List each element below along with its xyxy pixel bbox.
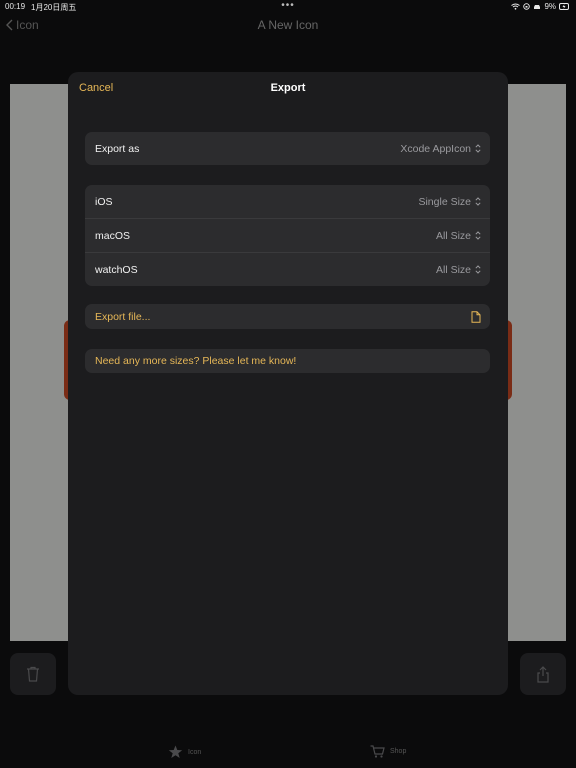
platform-row-ios[interactable]: iOS Single Size — [85, 185, 490, 218]
canvas-panel-right — [506, 84, 566, 641]
platform-row-macos[interactable]: macOS All Size — [85, 218, 490, 252]
share-button[interactable] — [520, 653, 566, 695]
size-picker-macos[interactable]: All Size — [436, 230, 481, 242]
trash-icon — [27, 666, 39, 682]
platform-row-watchos[interactable]: watchOS All Size — [85, 252, 490, 286]
platform-label: macOS — [95, 229, 131, 242]
platform-label: iOS — [95, 195, 113, 208]
export-as-value: Xcode AppIcon — [400, 142, 471, 155]
tab-label: Shop — [390, 748, 407, 755]
document-icon — [471, 310, 481, 323]
export-as-picker[interactable]: Xcode AppIcon — [400, 143, 481, 155]
tab-shop[interactable]: Shop — [370, 745, 406, 758]
canvas-panel-left — [10, 84, 70, 641]
battery-percent: 9% — [544, 2, 556, 11]
feedback-link[interactable]: Need any more sizes? Please let me know! — [85, 349, 490, 373]
feedback-group: Need any more sizes? Please let me know! — [85, 349, 490, 373]
export-file-button[interactable]: Export file... — [85, 304, 490, 329]
size-value: All Size — [435, 229, 471, 242]
platform-sizes-group: iOS Single Size macOS All Size watchOS A… — [85, 185, 490, 286]
share-icon — [537, 665, 549, 683]
status-indicators: 9% — [511, 2, 570, 11]
star-icon — [168, 745, 183, 758]
export-as-row[interactable]: Export as Xcode AppIcon — [85, 132, 490, 165]
size-value: All Size — [435, 263, 471, 276]
multitask-dots[interactable]: ••• — [0, 0, 576, 11]
feedback-label: Need any more sizes? Please let me know! — [95, 355, 297, 367]
chevron-up-down-icon — [475, 144, 481, 153]
size-value: Single Size — [418, 195, 471, 208]
delete-button[interactable] — [10, 653, 56, 695]
tab-icon[interactable]: Icon — [168, 745, 201, 759]
sheet-title: Export — [270, 82, 306, 94]
tab-label: Icon — [188, 748, 202, 756]
size-picker-watchos[interactable]: All Size — [436, 264, 481, 276]
size-picker-ios[interactable]: Single Size — [418, 196, 481, 208]
export-as-label: Export as — [95, 142, 140, 155]
cart-icon — [370, 745, 385, 758]
wifi-icon — [511, 3, 521, 10]
page-title: A New Icon — [257, 18, 319, 32]
battery-charging-icon — [559, 3, 569, 10]
chevron-up-down-icon — [475, 231, 481, 240]
export-file-label: Export file... — [95, 310, 151, 323]
platform-label: watchOS — [95, 263, 138, 276]
car-icon — [534, 4, 541, 9]
export-sheet: Cancel Export Export as Xcode AppIcon iO… — [68, 72, 508, 695]
chevron-up-down-icon — [475, 265, 481, 274]
chevron-up-down-icon — [475, 197, 481, 206]
lock-rotation-icon — [523, 3, 531, 10]
export-as-group: Export as Xcode AppIcon — [85, 132, 490, 165]
export-file-group: Export file... — [85, 304, 490, 329]
